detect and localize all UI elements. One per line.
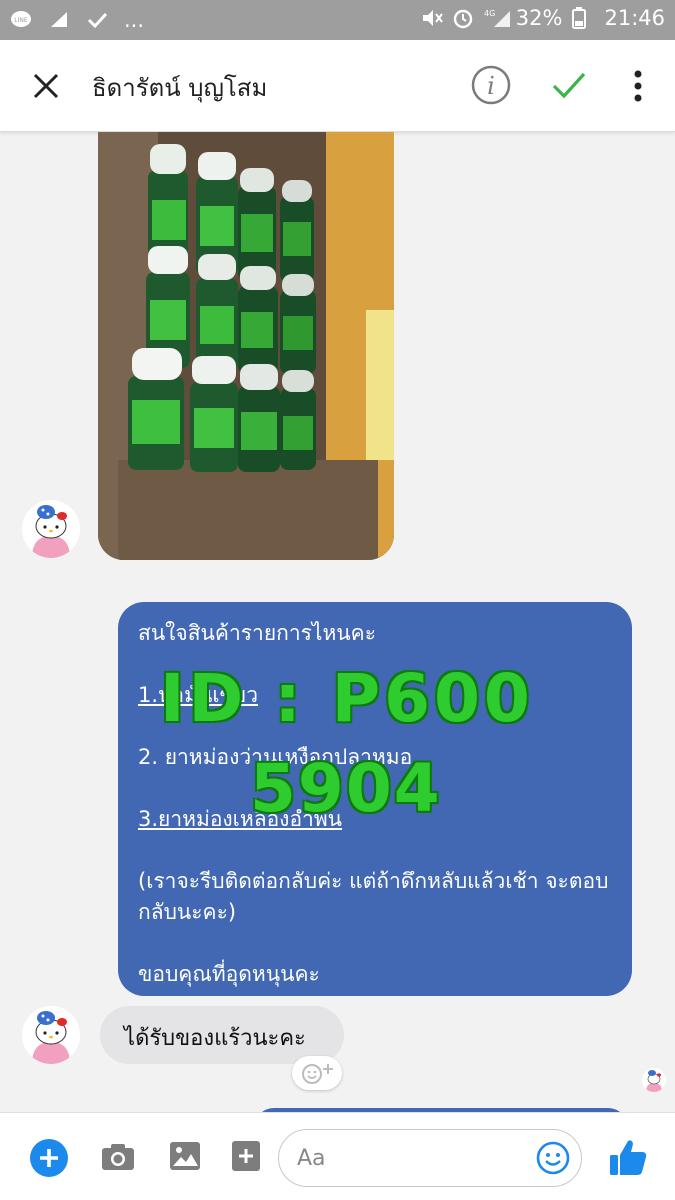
contact-avatar[interactable] xyxy=(22,500,80,558)
checkmark-icon[interactable] xyxy=(550,66,588,104)
svg-text:LINE: LINE xyxy=(14,17,28,24)
product-photo[interactable] xyxy=(98,132,394,560)
more-options-icon[interactable] xyxy=(626,66,650,106)
menu-line-note: (เราจะรีบติดต่อกลับค่ะ แต่ถ้าดึกหลับแล้ว… xyxy=(138,869,609,924)
menu-line-thanks: ขอบคุณที่อุดหนุนคะ xyxy=(138,962,320,986)
more-notifications-icon: ... xyxy=(124,8,145,32)
send-arrow-icon xyxy=(48,9,70,31)
contact-avatar[interactable] xyxy=(22,1006,80,1064)
watermark-id: ID : P600 xyxy=(160,660,534,737)
reply-text: ได้รับของแร้วนะคะ xyxy=(124,1026,306,1051)
svg-text:i: i xyxy=(487,72,495,100)
message-input[interactable]: Aa xyxy=(278,1129,582,1187)
message-list[interactable]: สนใจสินค้ารายการไหนคะ 1.น้ำมันเขียว 2. ย… xyxy=(0,132,675,1112)
watermark-number: 5904 xyxy=(250,750,442,827)
add-reaction-button[interactable] xyxy=(292,1056,342,1090)
battery-percent: 32% xyxy=(515,6,563,30)
alarm-icon xyxy=(452,7,474,29)
mute-icon xyxy=(420,7,443,29)
battery-icon xyxy=(572,7,594,29)
conversation-header: ธิดารัตน์ บุญโสม i xyxy=(0,40,675,132)
composer-bar: Aa xyxy=(0,1112,675,1200)
seen-avatar xyxy=(642,1068,666,1092)
close-icon[interactable] xyxy=(30,70,62,102)
clock: 21:46 xyxy=(604,6,665,30)
network-type: 4G xyxy=(484,9,495,18)
emoji-icon[interactable] xyxy=(535,1140,571,1176)
camera-icon[interactable] xyxy=(100,1139,136,1175)
contact-name[interactable]: ธิดารัตน์ บุญโสม xyxy=(92,68,267,107)
sticker-icon[interactable] xyxy=(230,1139,262,1173)
status-bar: LINE ... 4G 32% 21:46 xyxy=(0,0,675,40)
add-icon[interactable] xyxy=(30,1139,68,1177)
menu-line-question: สนใจสินค้ารายการไหนคะ xyxy=(138,621,376,645)
add-reaction-icon xyxy=(302,1064,333,1084)
info-icon[interactable]: i xyxy=(470,64,512,106)
line-app-icon: LINE xyxy=(10,9,32,31)
like-icon[interactable] xyxy=(606,1135,650,1179)
signal-icon: 4G xyxy=(484,7,510,29)
gallery-icon[interactable] xyxy=(168,1139,202,1173)
message-input-placeholder: Aa xyxy=(297,1146,326,1171)
check-icon xyxy=(86,9,108,31)
